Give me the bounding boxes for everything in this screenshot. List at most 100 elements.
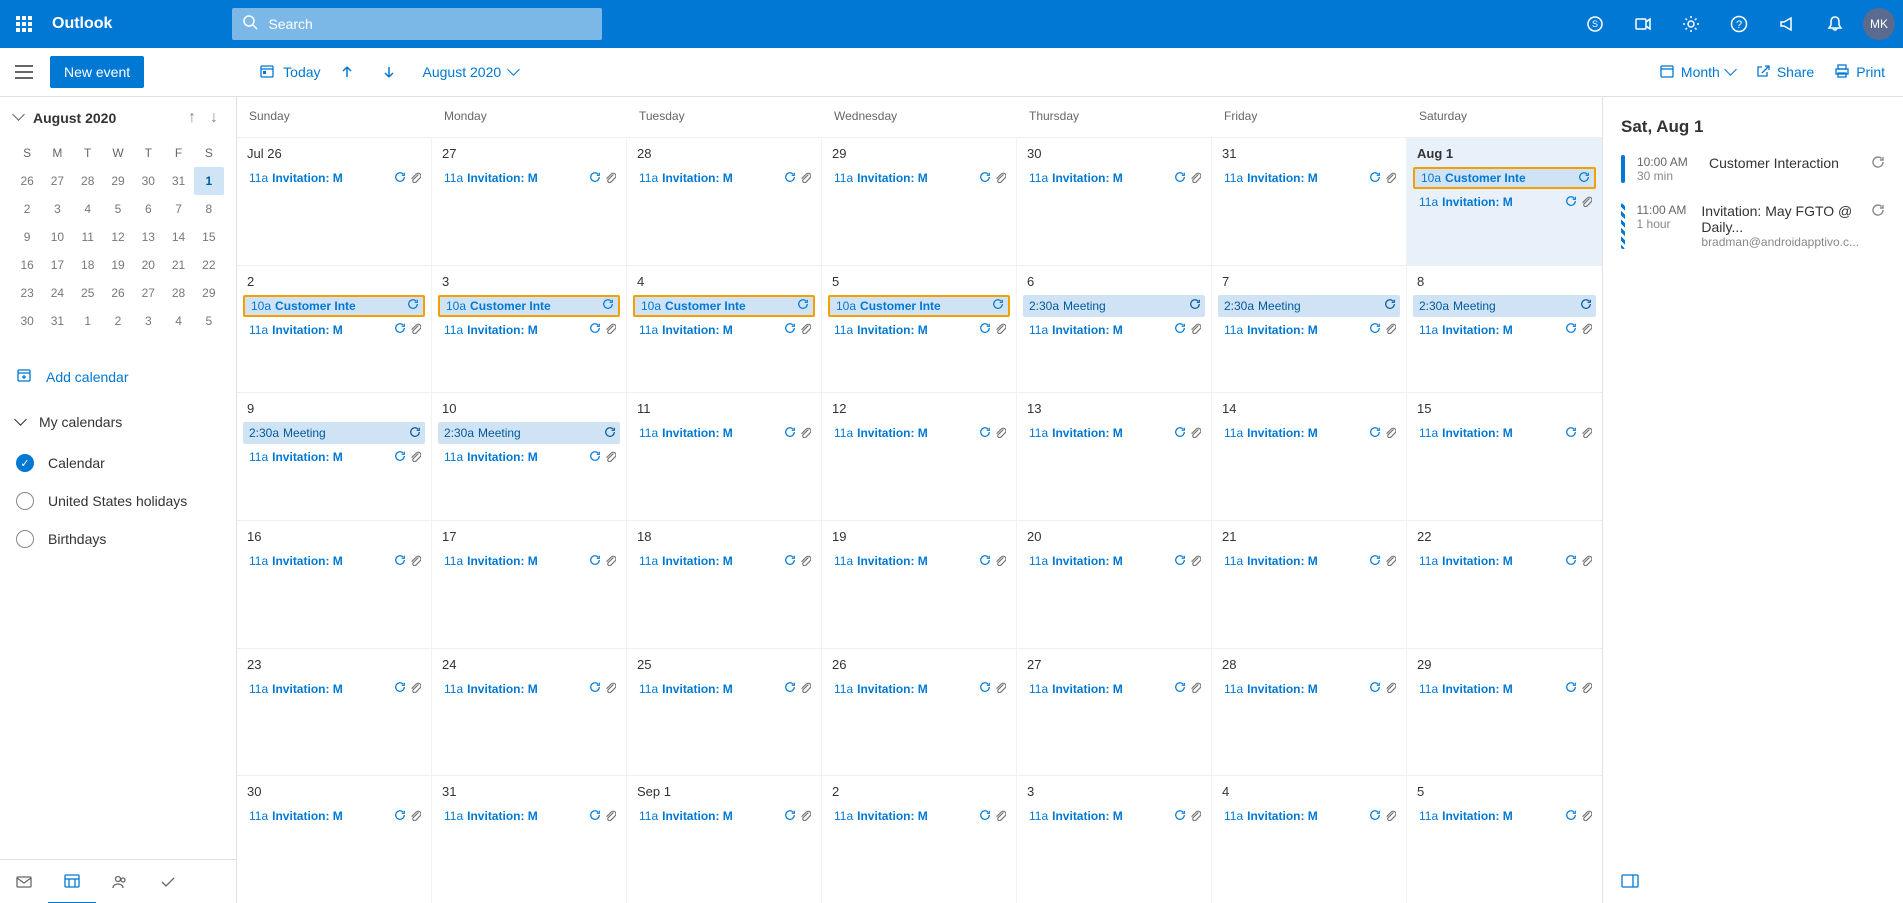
todo-module[interactable]	[144, 860, 192, 903]
people-module[interactable]	[96, 860, 144, 903]
day-cell[interactable]: 411aInvitation: M	[1212, 776, 1407, 903]
day-cell[interactable]: 3111aInvitation: M	[1212, 138, 1407, 265]
nav-toggle[interactable]	[0, 48, 48, 96]
event-invitation[interactable]: 11aInvitation: M	[633, 422, 815, 444]
event-invitation[interactable]: 11aInvitation: M	[243, 167, 425, 189]
mini-day[interactable]: 4	[163, 307, 193, 335]
day-cell[interactable]: 102:30aMeeting11aInvitation: M	[432, 393, 627, 520]
event-invitation[interactable]: 11aInvitation: M	[243, 678, 425, 700]
event-invitation[interactable]: 11aInvitation: M	[1218, 678, 1400, 700]
mini-day[interactable]: 19	[103, 251, 133, 279]
mini-day[interactable]: 23	[12, 279, 42, 307]
agenda-toggle[interactable]	[1621, 874, 1639, 893]
mini-day[interactable]: 29	[194, 279, 224, 307]
day-cell[interactable]: 1211aInvitation: M	[822, 393, 1017, 520]
calendar-item[interactable]: Calendar	[0, 444, 236, 482]
avatar[interactable]: MK	[1863, 8, 1895, 40]
event-meeting[interactable]: 2:30aMeeting	[243, 422, 425, 444]
mini-prev[interactable]: ↑	[184, 107, 200, 129]
mini-day[interactable]: 17	[42, 251, 72, 279]
calendar-checkbox[interactable]	[16, 530, 34, 548]
mini-day[interactable]: 3	[42, 195, 72, 223]
mini-day[interactable]: 30	[12, 307, 42, 335]
mini-day[interactable]: 29	[103, 167, 133, 195]
mini-day[interactable]: 14	[163, 223, 193, 251]
day-cell[interactable]: 1511aInvitation: M	[1407, 393, 1602, 520]
event-invitation[interactable]: 11aInvitation: M	[1218, 167, 1400, 189]
day-cell[interactable]: 510aCustomer Inte11aInvitation: M	[822, 266, 1017, 393]
event-invitation[interactable]: 11aInvitation: M	[1413, 550, 1596, 572]
day-cell[interactable]: 1111aInvitation: M	[627, 393, 822, 520]
mini-day[interactable]: 28	[73, 167, 103, 195]
mini-next[interactable]: ↓	[206, 107, 222, 129]
month-dropdown[interactable]: August 2020	[423, 64, 519, 80]
event-invitation[interactable]: 11aInvitation: M	[633, 167, 815, 189]
event-invitation[interactable]: 11aInvitation: M	[828, 167, 1010, 189]
day-cell[interactable]: 2711aInvitation: M	[1017, 649, 1212, 776]
day-cell[interactable]: Aug 110aCustomer Inte11aInvitation: M	[1407, 138, 1602, 265]
mini-day[interactable]: 2	[103, 307, 133, 335]
bell-icon[interactable]	[1811, 0, 1859, 48]
event-invitation[interactable]: 11aInvitation: M	[1413, 191, 1596, 213]
mini-day[interactable]: 9	[12, 223, 42, 251]
day-cell[interactable]: 3111aInvitation: M	[432, 776, 627, 903]
day-cell[interactable]: 1811aInvitation: M	[627, 521, 822, 648]
mini-day[interactable]: 30	[133, 167, 163, 195]
event-invitation[interactable]: 11aInvitation: M	[438, 446, 620, 468]
event-invitation[interactable]: 11aInvitation: M	[1218, 805, 1400, 827]
event-invitation[interactable]: 11aInvitation: M	[1023, 678, 1205, 700]
day-cell[interactable]: 2211aInvitation: M	[1407, 521, 1602, 648]
event-invitation[interactable]: 11aInvitation: M	[243, 550, 425, 572]
mini-day[interactable]: 15	[194, 223, 224, 251]
app-launcher[interactable]	[0, 0, 48, 48]
mini-day[interactable]: 4	[73, 195, 103, 223]
event-invitation[interactable]: 11aInvitation: M	[1023, 167, 1205, 189]
day-cell[interactable]: 2311aInvitation: M	[237, 649, 432, 776]
mini-day[interactable]: 12	[103, 223, 133, 251]
event-invitation[interactable]: 11aInvitation: M	[438, 319, 620, 341]
mini-collapse[interactable]	[14, 109, 23, 127]
event-invitation[interactable]: 11aInvitation: M	[1413, 805, 1596, 827]
today-button[interactable]: Today	[259, 63, 320, 82]
my-calendars-group[interactable]: My calendars	[0, 400, 236, 444]
event-invitation[interactable]: 11aInvitation: M	[1218, 550, 1400, 572]
day-cell[interactable]: 2911aInvitation: M	[1407, 649, 1602, 776]
event-meeting[interactable]: 2:30aMeeting	[1023, 295, 1205, 317]
day-cell[interactable]: 211aInvitation: M	[822, 776, 1017, 903]
agenda-item[interactable]: 11:00 AM1 hourInvitation: May FGTO @ Dai…	[1621, 203, 1885, 249]
print-button[interactable]: Print	[1834, 63, 1885, 82]
day-cell[interactable]: 3011aInvitation: M	[237, 776, 432, 903]
search-box[interactable]	[232, 8, 602, 40]
day-cell[interactable]: 210aCustomer Inte11aInvitation: M	[237, 266, 432, 393]
mini-day[interactable]: 8	[194, 195, 224, 223]
mini-day[interactable]: 5	[103, 195, 133, 223]
event-customer[interactable]: 10aCustomer Inte	[438, 295, 620, 317]
mini-day[interactable]: 26	[12, 167, 42, 195]
mini-day[interactable]: 25	[73, 279, 103, 307]
mini-day[interactable]: 26	[103, 279, 133, 307]
day-cell[interactable]: 2811aInvitation: M	[627, 138, 822, 265]
event-customer[interactable]: 10aCustomer Inte	[828, 295, 1010, 317]
day-cell[interactable]: 82:30aMeeting11aInvitation: M	[1407, 266, 1602, 393]
view-dropdown[interactable]: Month	[1659, 63, 1735, 82]
mini-day[interactable]: 27	[133, 279, 163, 307]
day-cell[interactable]: 2011aInvitation: M	[1017, 521, 1212, 648]
event-invitation[interactable]: 11aInvitation: M	[438, 550, 620, 572]
day-cell[interactable]: 1911aInvitation: M	[822, 521, 1017, 648]
mini-day[interactable]: 31	[42, 307, 72, 335]
mini-day[interactable]: 6	[133, 195, 163, 223]
calendar-checkbox[interactable]	[16, 492, 34, 510]
day-cell[interactable]: 1311aInvitation: M	[1017, 393, 1212, 520]
event-invitation[interactable]: 11aInvitation: M	[828, 805, 1010, 827]
new-event-button[interactable]: New event	[50, 56, 144, 88]
mini-day[interactable]: 2	[12, 195, 42, 223]
day-cell[interactable]: 92:30aMeeting11aInvitation: M	[237, 393, 432, 520]
event-invitation[interactable]: 11aInvitation: M	[1023, 550, 1205, 572]
calendar-module[interactable]	[48, 860, 96, 903]
day-cell[interactable]: 2911aInvitation: M	[822, 138, 1017, 265]
event-meeting[interactable]: 2:30aMeeting	[1413, 295, 1596, 317]
event-invitation[interactable]: 11aInvitation: M	[243, 805, 425, 827]
mini-day[interactable]: 27	[42, 167, 72, 195]
skype-icon[interactable]: S	[1571, 0, 1619, 48]
event-invitation[interactable]: 11aInvitation: M	[633, 805, 815, 827]
